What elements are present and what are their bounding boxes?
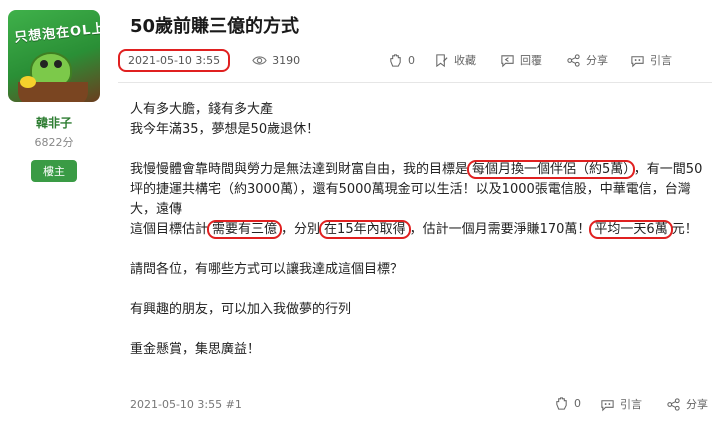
save-label: 收藏 — [454, 54, 476, 67]
paragraph: 重金懸賞，集思廣益！ — [130, 342, 261, 357]
author-name[interactable]: 韓非子 — [8, 114, 100, 131]
share-icon — [567, 53, 580, 67]
eye-icon — [252, 55, 267, 65]
avatar-text: 只想泡在OL上 — [13, 21, 100, 46]
quote-label: 引言 — [650, 54, 672, 67]
highlighted-phrase: 平均一天6萬 — [589, 220, 673, 239]
highlighted-phrase: 在15年內取得 — [319, 220, 411, 239]
footer-share-button[interactable]: 分享 — [666, 396, 708, 412]
floor-stamp: 2021-05-10 3:55 #1 — [130, 398, 242, 411]
footer-quote-button[interactable]: 引言 — [600, 396, 642, 412]
quote-icon — [601, 399, 614, 411]
reply-icon — [501, 54, 514, 67]
reply-button[interactable]: 回覆 — [500, 52, 542, 68]
share-label: 分享 — [586, 54, 608, 67]
quote-button[interactable]: 引言 — [630, 52, 672, 68]
highlighted-phrase: 需要有三億 — [207, 220, 283, 239]
post-body: 人有多大膽，錢有多大產 我今年滿35，夢想是50歲退休！ 我慢慢體會靠時間與勞力… — [130, 100, 710, 380]
reply-label: 回覆 — [520, 54, 542, 67]
footer-like-button[interactable]: 0 — [554, 396, 581, 411]
share-icon — [667, 397, 680, 411]
post-footer: 2021-05-10 3:55 #1 0 引言 分享 — [118, 396, 712, 416]
text-segment: 我慢慢體會靠時間與勞力是無法達到財富自由，我的目標是 — [130, 162, 469, 177]
footer-quote-label: 引言 — [620, 398, 642, 411]
text-segment: ，分別 — [281, 222, 321, 237]
like-button[interactable]: 0 — [388, 53, 415, 68]
view-count-value: 3190 — [272, 53, 301, 67]
author-score: 6822分 — [34, 136, 74, 149]
view-count: 3190 — [252, 53, 300, 68]
divider — [118, 82, 712, 83]
paragraph: 我慢慢體會靠時間與勞力是無法達到財富自由，我的目標是 每個月換一個伴侶（約5萬） ，… — [130, 160, 710, 240]
author-panel: 只想泡在OL上 韓非子 6822分 樓主 — [8, 10, 100, 182]
duck-illustration — [20, 76, 36, 88]
text-segment: ，估計一個月需要淨賺170萬！ — [409, 222, 591, 237]
avatar[interactable]: 只想泡在OL上 — [8, 10, 100, 102]
post-title: 50歲前賺三億的方式 — [130, 16, 300, 37]
bookmark-edit-icon — [436, 53, 448, 67]
share-button[interactable]: 分享 — [566, 52, 608, 68]
footer-like-count: 0 — [574, 397, 581, 410]
quote-icon — [631, 55, 644, 67]
text-segment: 元！ — [671, 222, 698, 237]
paragraph: 有興趣的朋友，可以加入我做夢的行列 — [130, 302, 352, 317]
save-button[interactable]: 收藏 — [434, 52, 476, 68]
text-line: 我今年滿35，夢想是50歲退休！ — [130, 122, 320, 137]
highlighted-phrase: 每個月換一個伴侶（約5萬） — [467, 160, 635, 179]
post-date: 2021-05-10 3:55 — [118, 48, 231, 72]
hand-icon — [556, 397, 567, 410]
paragraph: 請問各位，有哪些方式可以讓我達成這個目標？ — [130, 262, 404, 277]
footer-share-label: 分享 — [686, 398, 708, 411]
text-line: 人有多大膽，錢有多大產 — [130, 102, 274, 117]
like-count: 0 — [408, 53, 415, 67]
paragraph: 人有多大膽，錢有多大產 我今年滿35，夢想是50歲退休！ — [130, 100, 710, 140]
post-meta: 2021-05-10 3:55 3190 0 收藏 回覆 分享 引言 — [118, 46, 712, 74]
op-badge: 樓主 — [31, 160, 77, 182]
hand-icon — [390, 53, 401, 67]
text-segment: 這個目標估計 — [130, 222, 209, 237]
